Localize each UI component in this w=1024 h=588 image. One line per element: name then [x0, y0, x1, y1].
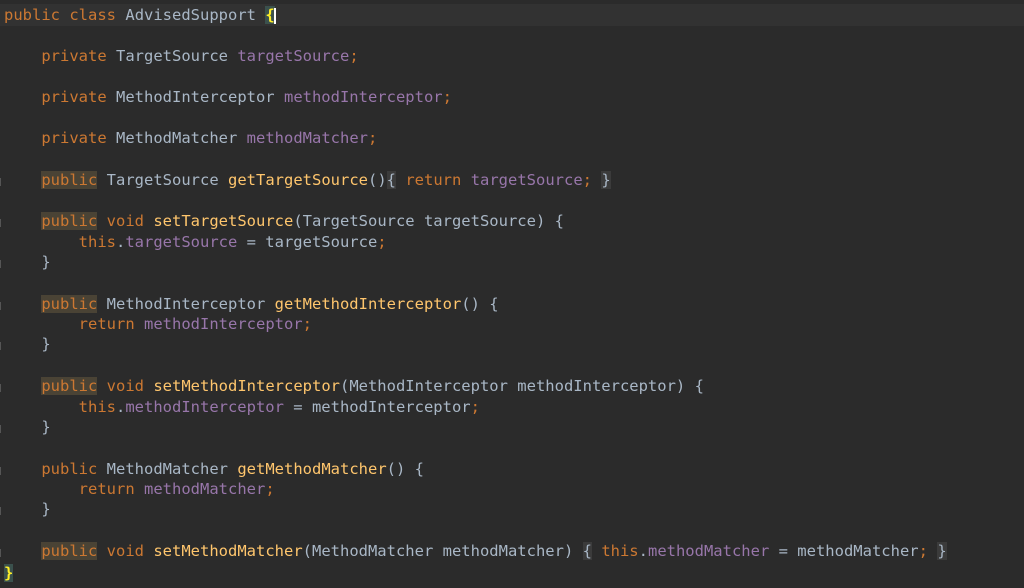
semicolon: ; [265, 480, 275, 498]
text-caret [273, 7, 276, 24]
code-line-close[interactable]: } [4, 416, 51, 438]
field-name: methodInterceptor [125, 398, 284, 416]
keyword: public [41, 171, 98, 189]
field-name: methodInterceptor [144, 315, 303, 333]
params: () { [461, 295, 499, 313]
keyword: public [41, 377, 98, 395]
semicolon: ; [349, 47, 359, 65]
code-line-body[interactable]: return methodMatcher; [4, 478, 275, 500]
keyword: void [106, 377, 144, 395]
code-line-set-target-source[interactable]: public void setTargetSource(TargetSource… [4, 210, 564, 232]
keyword: private [41, 47, 107, 65]
method-name: setMethodMatcher [153, 542, 303, 560]
semicolon: ; [302, 315, 312, 333]
folded-block-open[interactable]: { [582, 542, 592, 560]
code-line-close[interactable]: } [4, 498, 51, 520]
field-name: methodMatcher [647, 542, 770, 560]
keyword: public [41, 542, 98, 560]
params: (TargetSource targetSource) { [293, 212, 564, 230]
keyword: void [106, 212, 144, 230]
code-line-field-target-source[interactable]: private TargetSource targetSource; [4, 45, 359, 67]
close-brace: } [41, 418, 51, 436]
type-name: TargetSource [106, 171, 219, 189]
keyword: public [41, 295, 98, 313]
semicolon: ; [368, 129, 378, 147]
code-line-close[interactable]: } [4, 251, 51, 273]
keyword: private [41, 129, 107, 147]
field-name: targetSource [237, 47, 350, 65]
keyword: this [78, 233, 116, 251]
params: (MethodMatcher methodMatcher) [302, 542, 574, 560]
code-line-body[interactable]: this.targetSource = targetSource; [4, 231, 387, 253]
keyword: this [601, 542, 639, 560]
code-line-close[interactable]: } [4, 333, 51, 355]
close-brace: } [41, 335, 51, 353]
method-name: setTargetSource [153, 212, 294, 230]
semicolon: ; [377, 233, 387, 251]
assignment: = targetSource [237, 233, 378, 251]
params: () [367, 171, 387, 189]
folded-block-close[interactable]: } [601, 171, 611, 189]
code-editor[interactable]: public class AdvisedSupport { private Ta… [0, 0, 1024, 588]
close-brace: } [41, 500, 51, 518]
semicolon: ; [918, 542, 928, 560]
keyword: void [106, 542, 144, 560]
type-name: MethodMatcher [116, 129, 238, 147]
semicolon: ; [442, 88, 452, 106]
code-line-get-target-source[interactable]: public TargetSource getTargetSource(){ r… [4, 169, 611, 191]
params: (MethodInterceptor methodInterceptor) { [339, 377, 704, 395]
type-name: TargetSource [116, 47, 228, 65]
code-line-set-method-interceptor[interactable]: public void setMethodInterceptor(MethodI… [4, 375, 704, 397]
dot: . [638, 542, 648, 560]
code-line-field-method-interceptor[interactable]: private MethodInterceptor methodIntercep… [4, 86, 452, 108]
method-name: setMethodInterceptor [153, 377, 340, 395]
keyword: class [69, 6, 117, 24]
class-name: AdvisedSupport [125, 6, 257, 24]
field-name: methodInterceptor [283, 88, 443, 106]
dot: . [115, 233, 126, 251]
code-line-get-method-matcher[interactable]: public MethodMatcher getMethodMatcher() … [4, 458, 424, 480]
method-name: getMethodInterceptor [274, 295, 462, 313]
semicolon: ; [582, 171, 593, 189]
code-line-get-method-interceptor[interactable]: public MethodInterceptor getMethodInterc… [4, 293, 499, 315]
params: () { [386, 460, 424, 478]
method-name: getTargetSource [228, 171, 368, 189]
field-name: targetSource [470, 171, 583, 189]
keyword: this [78, 398, 116, 416]
code-line-field-method-matcher[interactable]: private MethodMatcher methodMatcher; [4, 127, 377, 149]
type-name: MethodMatcher [106, 460, 228, 478]
folded-block-close[interactable]: } [937, 542, 947, 560]
code-line-class-close[interactable]: } [4, 562, 14, 584]
assignment: = methodMatcher [769, 542, 919, 560]
code-line-body[interactable]: this.methodInterceptor = methodIntercept… [4, 396, 480, 418]
close-brace: } [41, 253, 51, 271]
code-line-body[interactable]: return methodInterceptor; [4, 313, 312, 335]
field-name: methodMatcher [246, 129, 368, 147]
assignment: = methodInterceptor [283, 398, 471, 416]
keyword: return [78, 480, 135, 498]
type-name: MethodInterceptor [116, 88, 275, 106]
keyword: public [41, 460, 98, 478]
keyword: public [4, 6, 60, 24]
semicolon: ; [470, 398, 480, 416]
code-line-set-method-matcher[interactable]: public void setMethodMatcher(MethodMatch… [4, 540, 947, 562]
code-line-class-decl[interactable]: public class AdvisedSupport { [4, 4, 276, 26]
dot: . [115, 398, 126, 416]
keyword: return [405, 171, 462, 189]
method-name: getMethodMatcher [237, 460, 387, 478]
field-name: methodMatcher [144, 480, 266, 498]
matched-brace: } [4, 564, 14, 582]
keyword: public [41, 212, 98, 230]
folded-block-open[interactable]: { [386, 171, 396, 189]
type-name: MethodInterceptor [106, 295, 266, 313]
field-name: targetSource [125, 233, 238, 251]
keyword: return [78, 315, 135, 333]
keyword: private [41, 88, 107, 106]
